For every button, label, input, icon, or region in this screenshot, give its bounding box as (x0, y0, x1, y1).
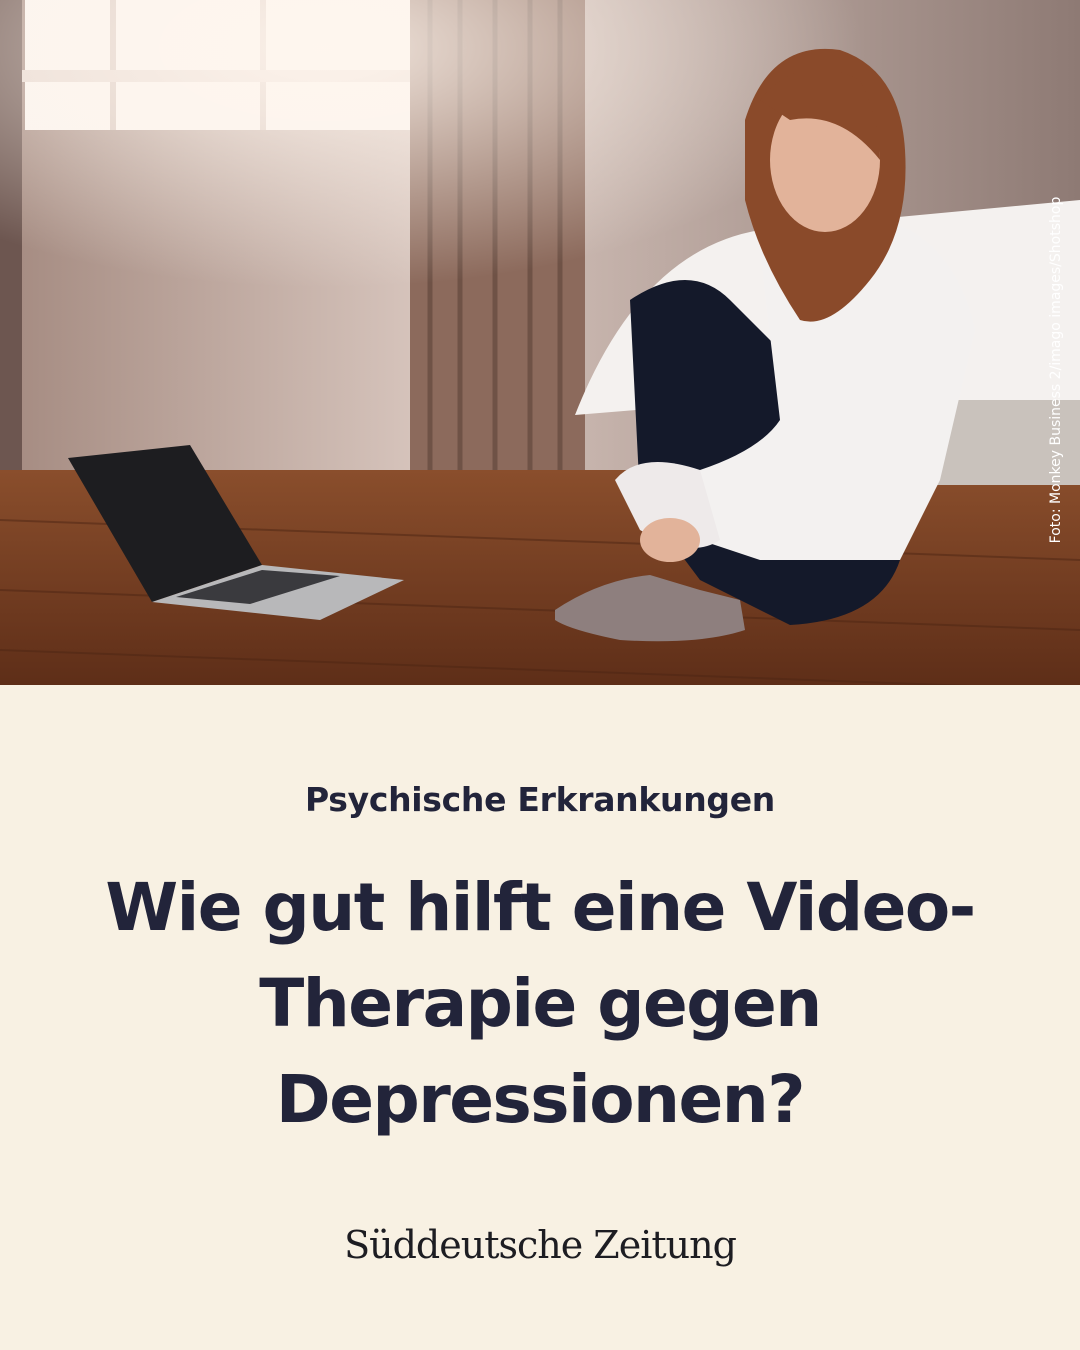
text-area: Psychische Erkrankungen Wie gut hilft ei… (0, 685, 1080, 1350)
article-headline: Wie gut hilft eine Video-Therapie gegen … (105, 869, 976, 1138)
hero-image (0, 0, 1080, 685)
article-kicker: Psychische Erkrankungen (304, 780, 776, 819)
brand-logo: Süddeutsche Zeitung (344, 1223, 737, 1267)
photo-credit-text: Foto: Monkey Business 2/imago images/Sho… (1048, 196, 1064, 544)
hero-photo: Foto: Monkey Business 2/imago images/Sho… (0, 0, 1080, 685)
photo-credit: Foto: Monkey Business 2/imago images/Sho… (1046, 165, 1066, 575)
